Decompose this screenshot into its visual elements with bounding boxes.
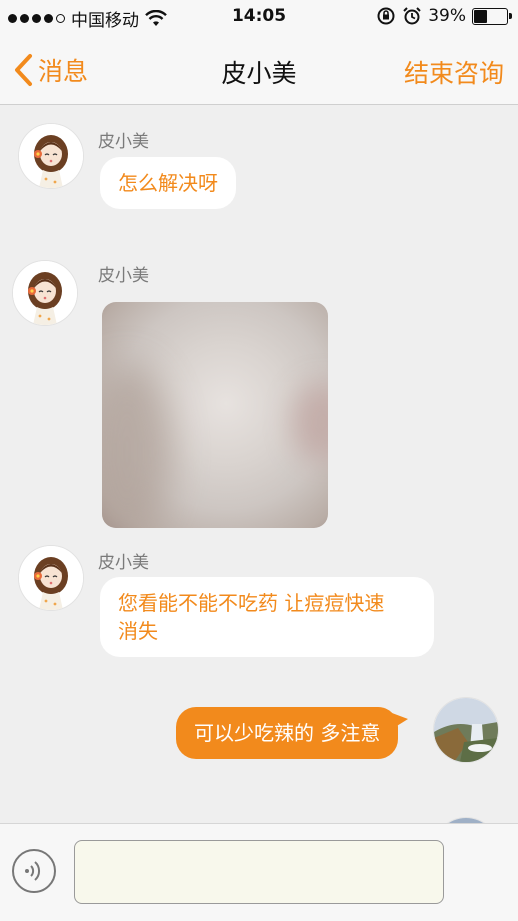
contact-avatar[interactable]	[18, 545, 84, 611]
cartoon-girl-avatar-icon	[19, 546, 83, 610]
message-text-line: 消失	[118, 619, 158, 643]
message-text-line: 您看能不能不吃药 让痘痘快速	[118, 591, 385, 615]
chat-list[interactable]: 皮小美 怎么解决呀 皮小美 皮小美 您看能不能不吃药 让痘痘快速 消失 可以少吃…	[0, 105, 518, 823]
cartoon-girl-avatar-icon	[19, 124, 83, 188]
cartoon-girl-avatar-icon	[13, 261, 77, 325]
nav-bar: 消息 皮小美 结束咨询	[0, 34, 518, 105]
message-sender: 皮小美	[98, 132, 149, 152]
incoming-message-bubble[interactable]: 您看能不能不吃药 让痘痘快速 消失	[100, 577, 434, 657]
message-input[interactable]	[74, 840, 444, 904]
alarm-icon	[403, 7, 421, 25]
input-bar	[0, 823, 518, 921]
rotation-lock-icon	[377, 7, 395, 25]
battery-icon	[472, 7, 512, 25]
voice-wave-icon	[25, 861, 41, 881]
message-sender: 皮小美	[98, 266, 149, 286]
user-avatar[interactable]	[433, 697, 499, 763]
voice-input-button[interactable]	[12, 849, 56, 893]
status-bar: 中国移动 14:05 39%	[0, 0, 518, 34]
outgoing-message-bubble[interactable]: 可以少吃辣的 多注意	[176, 707, 409, 759]
message-sender: 皮小美	[98, 553, 149, 573]
incoming-message-bubble[interactable]: 怎么解决呀	[100, 157, 236, 209]
battery-percent: 39%	[428, 6, 466, 26]
landscape-avatar-icon	[434, 698, 498, 762]
contact-avatar[interactable]	[18, 123, 84, 189]
image-message[interactable]	[102, 302, 328, 528]
contact-avatar[interactable]	[12, 260, 78, 326]
end-consultation-button[interactable]: 结束咨询	[404, 54, 504, 90]
